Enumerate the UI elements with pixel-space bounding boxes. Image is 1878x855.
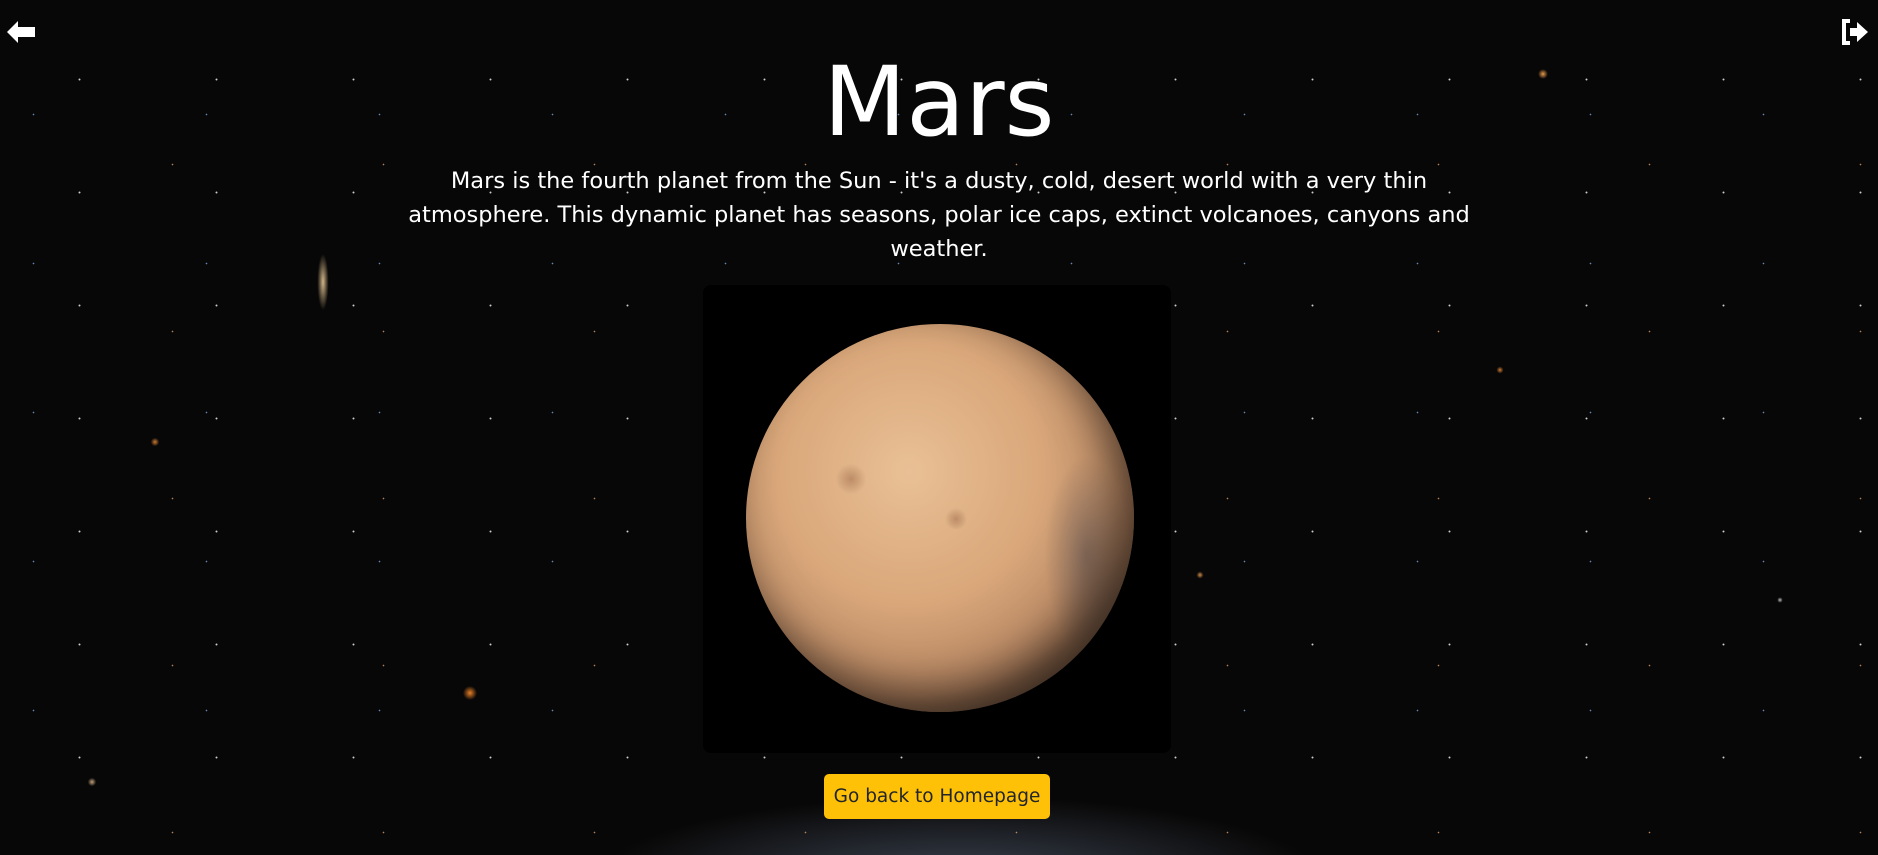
planet-description: Mars is the fourth planet from the Sun -… <box>408 168 1470 262</box>
mars-sphere <box>746 324 1134 712</box>
planet-image <box>703 285 1171 753</box>
go-back-homepage-button[interactable]: Go back to Homepage <box>824 774 1050 819</box>
page-title: Mars <box>823 46 1055 158</box>
